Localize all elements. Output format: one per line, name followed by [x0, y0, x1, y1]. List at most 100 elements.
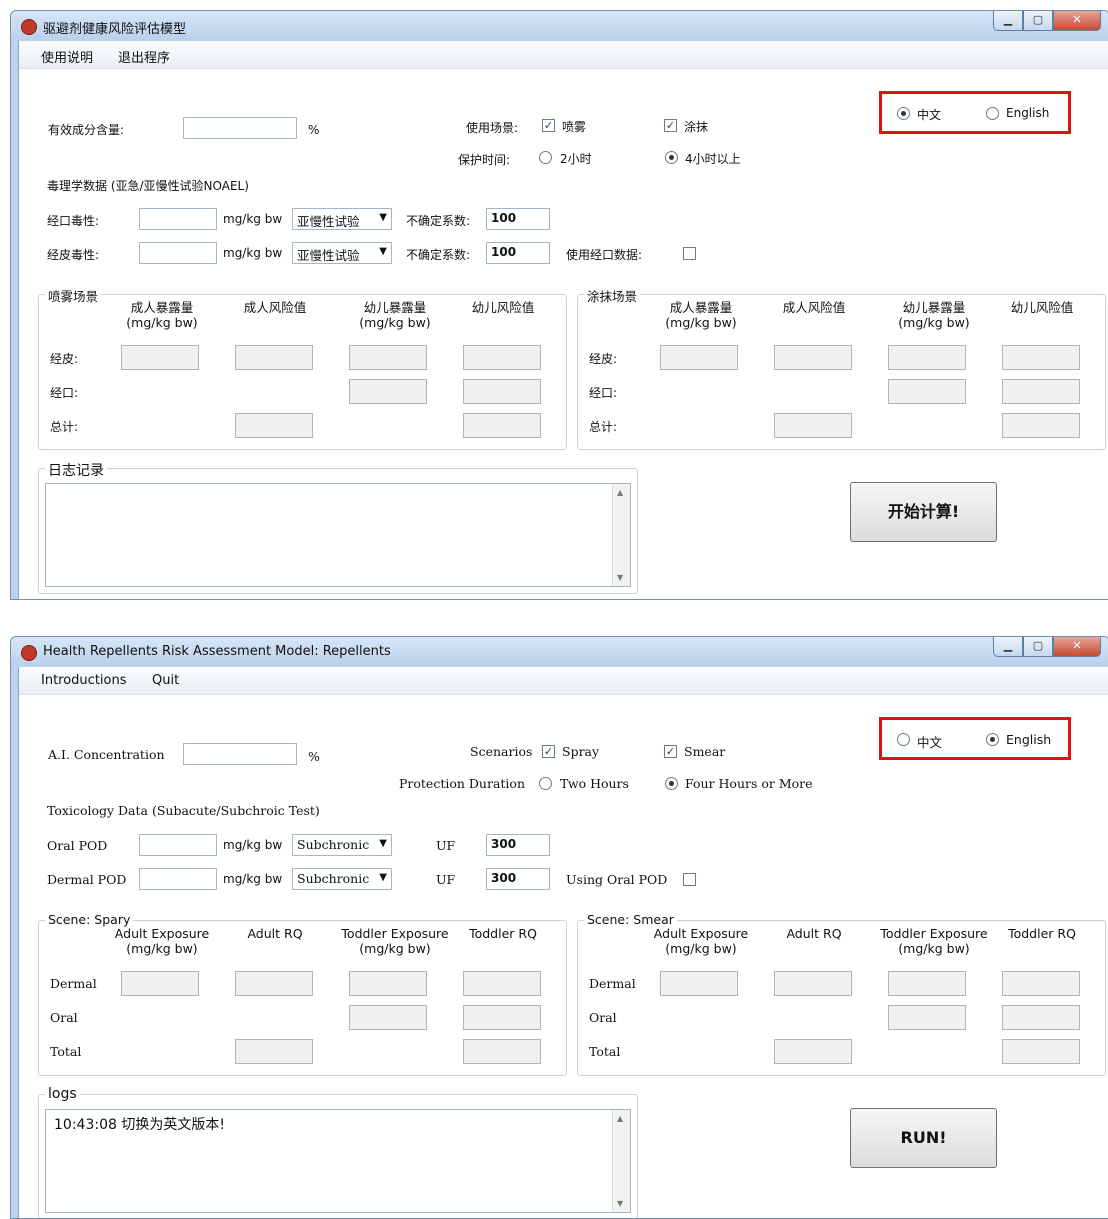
scroll-up-icon[interactable]: ▲ [617, 1114, 623, 1123]
smear-row-total: 总计: [589, 420, 618, 434]
spray-oral-toddler-exposure [349, 379, 427, 404]
dermal-test-type-value: 亚慢性试验 [297, 248, 360, 263]
spray-total-adult-rq [235, 413, 313, 438]
two-hours-label: 2小时 [560, 152, 592, 166]
scenarios-label: 使用场景: [466, 121, 519, 135]
ai-concentration-input[interactable] [183, 117, 297, 139]
oral-uf-input[interactable]: 300 [486, 834, 550, 856]
smear-col-toddler-rq: 幼儿风险值 [1010, 300, 1074, 315]
close-button[interactable]: ✕ [1053, 11, 1101, 31]
spray-oral-toddler-exposure [349, 1005, 427, 1030]
smear-oral-toddler-exposure [888, 1005, 966, 1030]
minimize-button[interactable]: ▁ [993, 11, 1023, 31]
spray-dermal-adult-exposure [121, 971, 199, 996]
spray-scene-title: Scene: Spary [45, 912, 134, 927]
menu-introductions[interactable]: 使用说明 [41, 47, 93, 66]
use-oral-pod-checkbox[interactable] [683, 247, 696, 260]
toxicology-title: 毒理学数据 (亚急/亚慢性试验NOAEL) [47, 179, 249, 193]
client-area: Introductions Quit 中文 English A.I. Conce… [18, 667, 1108, 1218]
menu-quit[interactable]: Quit [152, 673, 179, 688]
spray-col-adult-rq: Adult RQ [247, 926, 303, 941]
log-textarea[interactable]: ▲ ▼ [45, 483, 631, 587]
oral-test-type-value: 亚慢性试验 [297, 214, 360, 229]
smear-total-adult-rq [774, 1039, 852, 1064]
maximize-icon: ▢ [1032, 13, 1044, 26]
spray-dermal-toddler-exposure [349, 345, 427, 370]
run-button[interactable]: 开始计算! [850, 482, 997, 542]
lang-en-radio[interactable] [986, 733, 999, 746]
log-scrollbar[interactable]: ▲ ▼ [612, 1110, 630, 1212]
two-hours-radio[interactable] [539, 151, 552, 164]
percent-label: % [308, 123, 320, 137]
four-hours-radio[interactable] [665, 777, 678, 790]
smear-col-adult-rq: 成人风险值 [782, 300, 846, 315]
oral-pod-input[interactable] [139, 208, 217, 230]
title-bar[interactable]: Health Repellents Risk Assessment Model:… [11, 637, 1108, 667]
spray-row-oral: 经口: [50, 386, 79, 400]
oral-test-type-select[interactable]: 亚慢性试验 ▼ [292, 208, 392, 230]
dermal-uf-label: UF [436, 872, 456, 887]
dermal-test-type-select[interactable]: 亚慢性试验 ▼ [292, 242, 392, 264]
title-bar[interactable]: 驱避剂健康风险评估模型 ▁ ▢ ✕ [11, 11, 1108, 41]
smear-total-adult-rq [774, 413, 852, 438]
lang-zh-radio[interactable] [897, 733, 910, 746]
lang-en-label: English [1006, 106, 1050, 120]
smear-dermal-adult-rq [774, 345, 852, 370]
log-textarea[interactable]: 10:43:08 切换为英文版本! ▲ ▼ [45, 1109, 631, 1213]
close-icon: ✕ [1072, 639, 1082, 652]
dermal-unit-label: mg/kg bw [223, 872, 283, 886]
spray-col-toddler-exposure: Toddler Exposure (mg/kg bw) [341, 926, 449, 956]
menu-introductions[interactable]: Introductions [41, 673, 127, 688]
run-button[interactable]: RUN! [850, 1108, 997, 1168]
four-hours-label: Four Hours or More [685, 776, 813, 791]
two-hours-radio[interactable] [539, 777, 552, 790]
app-icon [21, 19, 37, 35]
oral-test-type-select[interactable]: Subchronic ▼ [292, 834, 392, 856]
oral-unit-label: mg/kg bw [223, 838, 283, 852]
menu-quit[interactable]: 退出程序 [118, 47, 170, 66]
spray-label: Spray [562, 744, 600, 759]
smear-row-oral: Oral [589, 1010, 617, 1025]
smear-checkbox[interactable]: ✓ [664, 119, 677, 132]
dermal-pod-input[interactable] [139, 242, 217, 264]
lang-zh-radio[interactable] [897, 107, 910, 120]
logs-group: 日志记录 ▲ ▼ [38, 460, 638, 594]
chevron-down-icon: ▼ [379, 872, 387, 883]
oral-pod-input[interactable] [139, 834, 217, 856]
dermal-uf-input[interactable]: 100 [486, 242, 550, 264]
scroll-up-icon[interactable]: ▲ [617, 488, 623, 497]
spray-checkbox[interactable]: ✓ [542, 119, 555, 132]
log-scrollbar[interactable]: ▲ ▼ [612, 484, 630, 586]
spray-col-adult-exposure: 成人暴露量 (mg/kg bw) [126, 300, 198, 330]
close-button[interactable]: ✕ [1053, 637, 1101, 657]
use-oral-pod-checkbox[interactable] [683, 873, 696, 886]
oral-uf-input[interactable]: 100 [486, 208, 550, 230]
chevron-down-icon: ▼ [379, 212, 387, 223]
oral-test-type-value: Subchronic [297, 837, 370, 852]
ai-concentration-input[interactable] [183, 743, 297, 765]
smear-checkbox[interactable]: ✓ [664, 745, 677, 758]
spray-dermal-toddler-rq [463, 971, 541, 996]
spray-scene-title: 喷雾场景 [45, 286, 102, 305]
dermal-test-type-select[interactable]: Subchronic ▼ [292, 868, 392, 890]
maximize-button[interactable]: ▢ [1023, 637, 1053, 657]
close-icon: ✕ [1072, 13, 1082, 26]
minimize-button[interactable]: ▁ [993, 637, 1023, 657]
spray-dermal-toddler-rq [463, 345, 541, 370]
dermal-uf-input[interactable]: 300 [486, 868, 550, 890]
scroll-down-icon[interactable]: ▼ [617, 1199, 623, 1208]
chevron-down-icon: ▼ [379, 246, 387, 257]
four-hours-radio[interactable] [665, 151, 678, 164]
dermal-unit-label: mg/kg bw [223, 246, 283, 260]
spray-checkbox[interactable]: ✓ [542, 745, 555, 758]
maximize-button[interactable]: ▢ [1023, 11, 1053, 31]
scroll-down-icon[interactable]: ▼ [617, 573, 623, 582]
two-hours-label: Two Hours [560, 776, 629, 791]
percent-label: % [308, 749, 320, 764]
smear-col-toddler-exposure: Toddler Exposure (mg/kg bw) [880, 926, 988, 956]
smear-label: Smear [684, 744, 726, 759]
smear-scene-group: Scene: Smear Adult Exposure (mg/kg bw) Ad… [577, 912, 1106, 1076]
smear-oral-toddler-rq [1002, 1005, 1080, 1030]
lang-en-radio[interactable] [986, 107, 999, 120]
dermal-pod-input[interactable] [139, 868, 217, 890]
